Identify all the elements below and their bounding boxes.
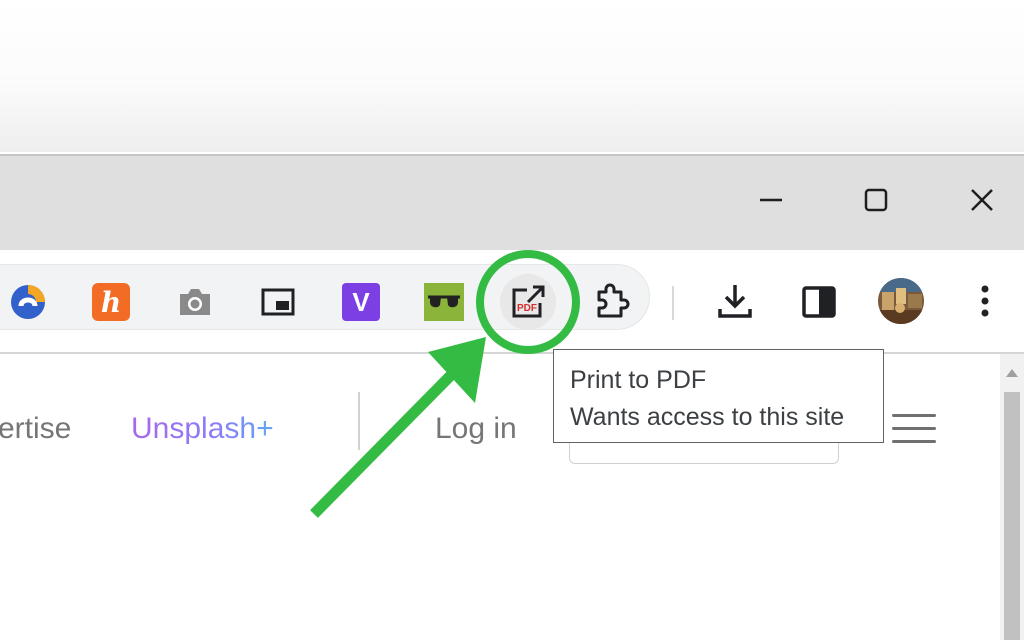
maximize-button[interactable] (852, 176, 900, 224)
downloads-button[interactable] (712, 278, 758, 324)
side-panel-button[interactable] (796, 280, 842, 324)
tooltip-title: Print to PDF (570, 366, 707, 394)
close-button[interactable] (958, 176, 1006, 224)
browser-menu-button[interactable] (964, 278, 1006, 324)
nav-link-advertise[interactable]: ertise (0, 412, 71, 446)
simplenote-extension[interactable] (6, 280, 50, 324)
puzzle-icon (597, 283, 630, 318)
honey-extension[interactable]: h (90, 281, 132, 323)
vidiq-icon: V (342, 283, 380, 321)
avatar (878, 278, 924, 324)
maximize-icon (864, 188, 888, 212)
more-vert-icon (981, 285, 989, 317)
hamburger-menu-icon[interactable] (892, 414, 936, 444)
tooltip-subtitle: Wants access to this site (570, 403, 845, 431)
highlight-circle (476, 250, 580, 354)
download-icon (718, 285, 752, 318)
picture-in-picture-icon (261, 288, 295, 316)
extension-tooltip: Print to PDF Wants access to this site (553, 349, 884, 443)
simplenote-icon (11, 285, 45, 319)
nav-link-unsplash-plus[interactable]: Unsplash+ (131, 412, 274, 446)
glasses-extension[interactable] (422, 281, 466, 323)
nav-divider (358, 392, 360, 450)
extensions-menu-button[interactable] (588, 280, 634, 324)
honey-icon: h (92, 283, 130, 321)
screenshot-extension[interactable] (173, 281, 217, 323)
toolbar-separator (672, 286, 674, 320)
login-link[interactable]: Log in (435, 412, 517, 446)
minimize-icon (760, 198, 782, 202)
glasses-icon (424, 283, 464, 321)
profile-button[interactable] (876, 276, 926, 326)
side-panel-icon (802, 286, 836, 318)
close-icon (971, 189, 993, 211)
scrollbar-thumb[interactable] (1004, 392, 1020, 640)
vidiq-extension[interactable]: V (339, 281, 383, 323)
minimize-button[interactable] (747, 176, 795, 224)
desktop-background (0, 0, 1024, 152)
camera-icon (180, 289, 210, 315)
picture-in-picture-extension[interactable] (256, 281, 300, 323)
